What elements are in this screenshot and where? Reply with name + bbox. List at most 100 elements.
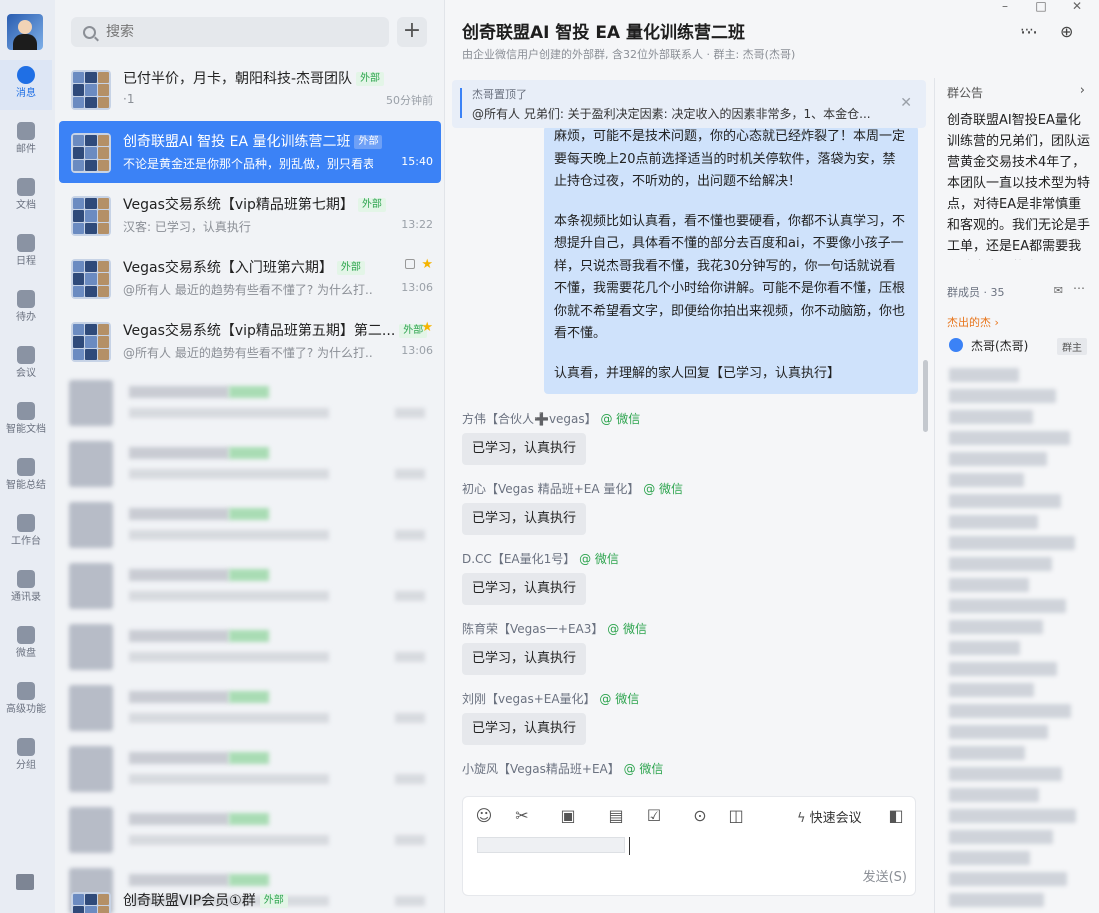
more-options-icon[interactable]: ⋯ (1020, 22, 1038, 43)
blurred-member[interactable] (949, 599, 1066, 613)
blurred-member[interactable] (949, 725, 1048, 739)
nav-item[interactable]: 分组 (0, 732, 52, 782)
sender-name[interactable]: 小旋风【Vegas精品班+EA】 @ 微信 (462, 760, 663, 777)
pasted-image-thumbnail[interactable] (477, 837, 625, 853)
blurred-member[interactable] (949, 473, 1024, 487)
blurred-member[interactable] (949, 494, 1061, 508)
scissors-icon[interactable]: ✂ (513, 807, 531, 825)
blurred-member[interactable] (949, 431, 1070, 445)
blurred-member[interactable] (949, 662, 1057, 676)
more-tools-icon[interactable]: ⊙ (691, 807, 709, 825)
conversation-item[interactable]: 创奇联盟VIP会员①群 外部 (59, 880, 441, 913)
blurred-member[interactable] (949, 704, 1071, 718)
message-bubble[interactable]: 已学习，认真执行 (462, 643, 587, 675)
quick-meeting-button[interactable]: ϟ 快速会议 (797, 807, 862, 826)
blurred-member[interactable] (949, 893, 1044, 907)
sender-name[interactable]: 方伟【合伙人➕vegas】 @ 微信 (462, 410, 640, 427)
sender-name[interactable]: 初心【Vegas 精品班+EA 量化】 @ 微信 (462, 480, 683, 497)
conversation-item[interactable]: Vegas交易系统【入门班第六期】 外部 ★ @所有人 最近的趋势有些看不懂了? … (59, 247, 441, 309)
close-icon[interactable]: ✕ (900, 95, 912, 111)
chat-scrollbar[interactable] (923, 360, 928, 432)
close-window-icon[interactable]: ✕ (1070, 0, 1084, 12)
blurred-conversation[interactable] (69, 441, 429, 487)
nav-item[interactable]: 工作台 (0, 508, 52, 558)
blurred-member[interactable] (949, 515, 1038, 529)
blurred-member[interactable] (949, 410, 1033, 424)
blurred-member[interactable] (949, 746, 1025, 760)
conversation-item[interactable]: Vegas交易系统【vip精品班第五期】第二... 外部 ★ @所有人 最近的趋势… (59, 310, 441, 372)
message-bubble[interactable]: 已学习，认真执行 (462, 433, 587, 465)
task-icon[interactable]: ☑ (645, 807, 663, 825)
nav-item[interactable]: 智能总结 (0, 452, 52, 502)
message-bubble[interactable]: 已学习，认真执行 (462, 713, 587, 745)
blurred-member[interactable] (949, 557, 1052, 571)
blurred-member[interactable] (949, 767, 1062, 781)
chat-record-icon[interactable]: ◫ (727, 807, 745, 825)
sender-label: 初心【Vegas 精品班+EA 量化】 (462, 482, 640, 496)
conversation-item[interactable]: Vegas交易系统【vip精品班第七期】 外部 汉客: 已学习，认真执行 13:2… (59, 184, 441, 246)
member-tag[interactable]: 杰出的杰 › (947, 314, 999, 330)
blurred-member[interactable] (949, 809, 1076, 823)
message-composer[interactable]: ☺ ✂ ▣ ▤ ☑ ⊙ ◫ ϟ 快速会议 ◧ 发送(S) (462, 796, 916, 896)
blurred-member[interactable] (949, 830, 1053, 844)
conversation-item[interactable]: 已付半价，月卡，朝阳科技-杰哥团队 外部 ·1 50分钟前 (59, 58, 441, 120)
nav-item[interactable]: 待办 (0, 284, 52, 334)
search-box[interactable] (71, 17, 389, 47)
chevron-right-icon[interactable]: › (1080, 83, 1085, 98)
announcement-title[interactable]: 群公告 (947, 84, 983, 101)
blurred-conversation[interactable] (69, 380, 429, 426)
sidebar-toggle-icon[interactable]: ◧ (887, 807, 905, 825)
blurred-conversation[interactable] (69, 685, 429, 731)
my-avatar[interactable] (7, 14, 43, 50)
blurred-conversation[interactable] (69, 502, 429, 548)
nav-item[interactable]: 微盘 (0, 620, 52, 670)
stats-icon[interactable] (16, 874, 34, 890)
sender-name[interactable]: 刘刚【vegas+EA量化】 @ 微信 (462, 690, 639, 707)
blurred-member[interactable] (949, 683, 1034, 697)
sender-name[interactable]: 陈育荣【Vegas一+EA3】 @ 微信 (462, 620, 647, 637)
emoji-icon[interactable]: ☺ (475, 807, 493, 825)
pinned-message[interactable]: 杰哥置顶了 @所有人 兄弟们: 关于盈利决定因素: 决定收入的因素非常多，1、本… (452, 80, 926, 128)
blurred-member[interactable] (949, 389, 1056, 403)
blurred-member[interactable] (949, 872, 1067, 886)
add-member-icon[interactable]: ⊕ (1060, 22, 1073, 41)
send-button[interactable]: 发送(S) (863, 866, 907, 885)
blurred-conversation[interactable] (69, 624, 429, 670)
blurred-conversation[interactable] (69, 746, 429, 792)
blurred-member[interactable] (949, 368, 1019, 382)
maximize-icon[interactable]: □ (1034, 0, 1048, 12)
search-input[interactable] (106, 24, 366, 40)
blurred-member[interactable] (949, 641, 1020, 655)
blurred-member[interactable] (949, 851, 1030, 865)
message-icon[interactable]: ✉ (1054, 284, 1063, 297)
conversation-item-active[interactable]: 创奇联盟AI 智投 EA 量化训练营二班 外部 不论是黄金还是你那个品种，别乱做，… (59, 121, 441, 183)
blurred-member[interactable] (949, 536, 1075, 550)
blurred-member[interactable] (949, 788, 1039, 802)
more-icon[interactable]: ⋯ (1073, 281, 1085, 295)
nav-item[interactable]: 通讯录 (0, 564, 52, 614)
blurred-member[interactable] (949, 452, 1047, 466)
nav-item[interactable]: 智能文档 (0, 396, 52, 446)
nav-item[interactable]: 日程 (0, 228, 52, 278)
minimize-icon[interactable]: – (998, 0, 1012, 12)
file-icon[interactable]: ▤ (607, 807, 625, 825)
conversation-title: 已付半价，月卡，朝阳科技-杰哥团队 (123, 71, 353, 87)
nav-item[interactable]: 文档 (0, 172, 52, 222)
message-bubble[interactable]: 已学习，认真执行 (462, 573, 587, 605)
message-bubble[interactable]: 已学习，认真执行 (462, 503, 587, 535)
blurred-conversation[interactable] (69, 807, 429, 853)
sender-name[interactable]: D.CC【EA量化1号】 @ 微信 (462, 550, 619, 567)
nav-item[interactable]: 消息 (0, 60, 52, 110)
add-button[interactable]: + (397, 17, 427, 47)
nav-item[interactable]: 邮件 (0, 116, 52, 166)
self-message-bubble[interactable]: 麻烦，可能不是技术问题，你的心态就已经炸裂了！本周一定要每天晚上20点前选择适当… (544, 126, 918, 394)
blurred-member[interactable] (949, 620, 1043, 634)
image-icon[interactable]: ▣ (559, 807, 577, 825)
blurred-title (129, 691, 229, 703)
owner-badge: 群主 (1057, 338, 1087, 355)
nav-item[interactable]: 高级功能 (0, 676, 52, 726)
blurred-member[interactable] (949, 578, 1029, 592)
owner-name[interactable]: 杰哥(杰哥) (971, 337, 1028, 354)
blurred-conversation[interactable] (69, 563, 429, 609)
nav-item[interactable]: 会议 (0, 340, 52, 390)
